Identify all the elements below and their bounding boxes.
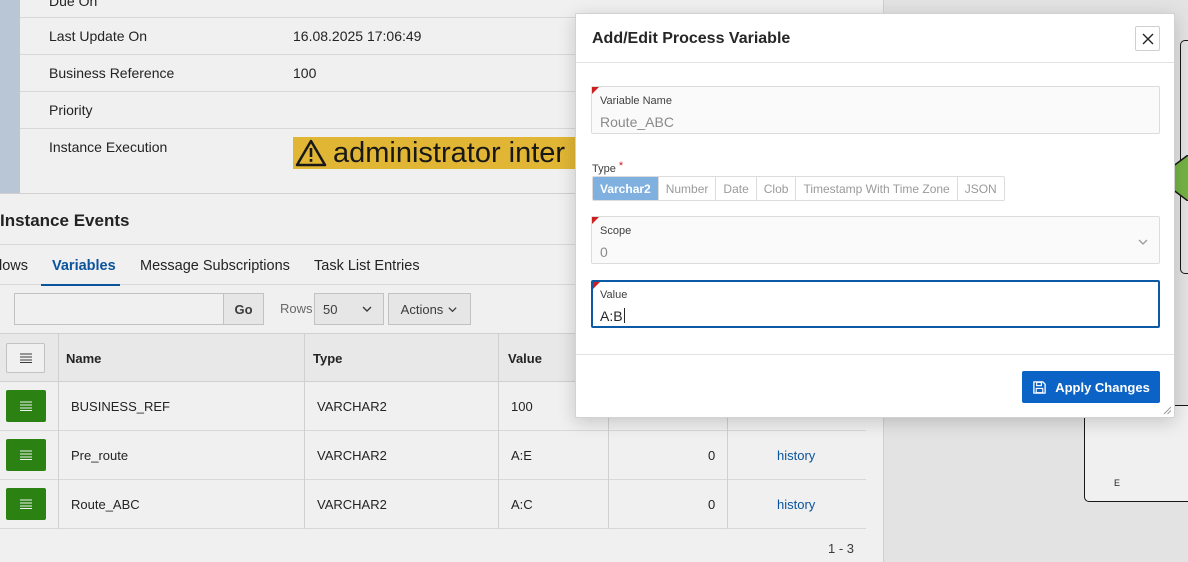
resize-handle-icon[interactable] bbox=[1163, 406, 1172, 415]
apply-changes-button[interactable]: Apply Changes bbox=[1022, 371, 1160, 403]
value-label: Value bbox=[600, 289, 628, 301]
dialog-title: Add/Edit Process Variable bbox=[592, 30, 791, 47]
type-label-text: Type bbox=[592, 163, 616, 175]
scope-value: 0 bbox=[600, 244, 608, 260]
divider bbox=[576, 354, 1174, 355]
value-field-text: A:B bbox=[600, 308, 625, 324]
required-flag-icon bbox=[593, 282, 600, 289]
chevron-down-icon bbox=[1138, 239, 1148, 245]
variable-name-value: Route_ABC bbox=[600, 114, 674, 130]
required-flag-icon bbox=[592, 87, 599, 94]
required-flag-icon bbox=[592, 217, 599, 224]
type-option-date[interactable]: Date bbox=[716, 177, 757, 200]
text-cursor bbox=[623, 308, 625, 323]
close-icon bbox=[1142, 33, 1153, 44]
type-label: Type * bbox=[592, 160, 623, 175]
save-icon bbox=[1033, 380, 1046, 394]
add-edit-process-variable-dialog: Add/Edit Process Variable Variable Name … bbox=[575, 13, 1175, 418]
type-radio-group: Varchar2 Number Date Clob Timestamp With… bbox=[592, 176, 1005, 201]
scope-select[interactable]: Scope 0 bbox=[591, 216, 1160, 264]
close-button[interactable] bbox=[1135, 26, 1160, 51]
divider bbox=[576, 62, 1174, 63]
type-option-number[interactable]: Number bbox=[658, 177, 717, 200]
type-option-json[interactable]: JSON bbox=[957, 177, 1004, 200]
required-asterisk: * bbox=[618, 160, 624, 172]
value-text: A:B bbox=[600, 308, 623, 324]
type-option-timestamp-tz[interactable]: Timestamp With Time Zone bbox=[796, 177, 958, 200]
scope-label: Scope bbox=[600, 225, 632, 237]
type-option-clob[interactable]: Clob bbox=[756, 177, 797, 200]
variable-name-field[interactable]: Variable Name Route_ABC bbox=[591, 86, 1160, 134]
value-input[interactable]: Value A:B bbox=[591, 280, 1160, 328]
apply-changes-label: Apply Changes bbox=[1055, 379, 1150, 395]
type-option-varchar2[interactable]: Varchar2 bbox=[593, 177, 659, 200]
variable-name-label: Variable Name bbox=[600, 95, 672, 107]
